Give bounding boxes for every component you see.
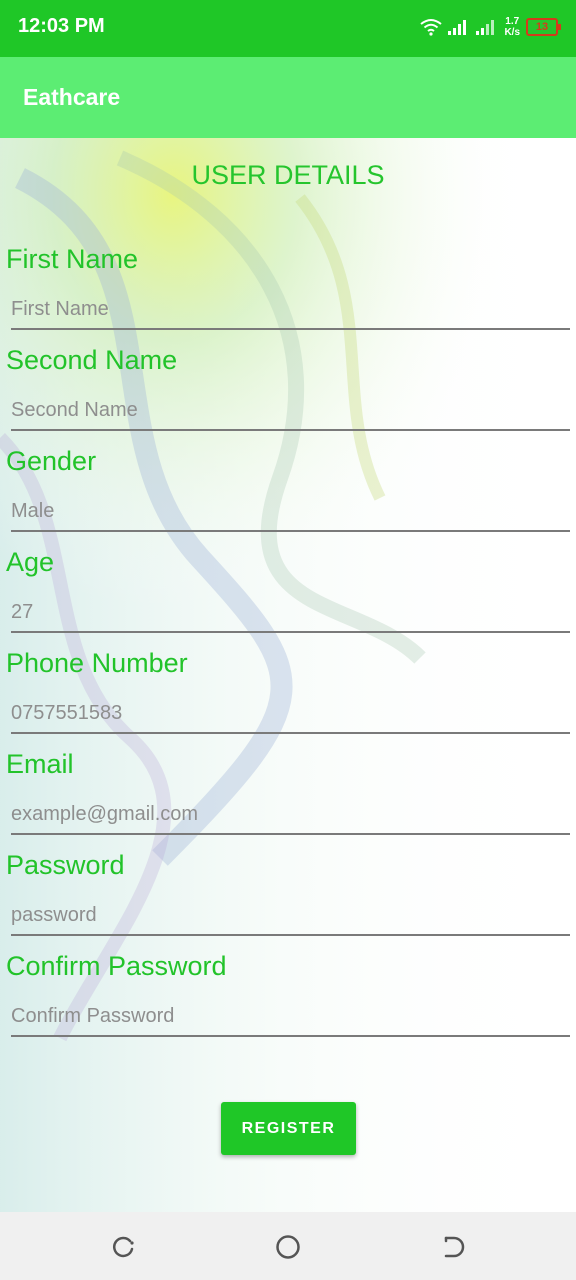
battery-icon: 13 xyxy=(526,18,561,36)
first-name-input[interactable] xyxy=(11,290,570,330)
confirm-password-input[interactable] xyxy=(11,997,570,1037)
email-label: Email xyxy=(6,749,74,779)
password-label: Password xyxy=(6,850,125,880)
network-speed: 1.7 K/s xyxy=(504,16,520,38)
gender-input[interactable] xyxy=(11,492,570,532)
form-title: USER DETAILS xyxy=(191,160,385,190)
signal-icon xyxy=(448,20,467,35)
age-input[interactable] xyxy=(11,593,570,633)
back-icon[interactable] xyxy=(438,1232,468,1262)
password-input[interactable] xyxy=(11,896,570,936)
phone-number-input[interactable] xyxy=(11,694,570,734)
form-content: USER DETAILS First Name Second Name Gend… xyxy=(0,138,576,1212)
confirm-password-label: Confirm Password xyxy=(6,951,227,981)
recent-apps-icon[interactable] xyxy=(108,1232,138,1262)
app-title: Eathcare xyxy=(23,84,121,110)
second-name-input[interactable] xyxy=(11,391,570,431)
phone-number-label: Phone Number xyxy=(6,648,188,678)
navigation-bar xyxy=(0,1212,576,1280)
first-name-label: First Name xyxy=(6,244,139,274)
app-bar: Eathcare xyxy=(0,57,576,138)
status-icons: 1.7 K/s 13 xyxy=(420,14,561,40)
second-name-label: Second Name xyxy=(6,345,178,375)
speed-unit: K/s xyxy=(504,27,520,38)
age-label: Age xyxy=(6,547,55,577)
email-input[interactable] xyxy=(11,795,570,835)
wifi-icon xyxy=(420,19,443,36)
signal-2-icon xyxy=(476,20,495,35)
status-time: 12:03 PM xyxy=(18,15,105,37)
speed-value: 1.7 xyxy=(505,16,520,27)
register-button[interactable]: REGISTER xyxy=(221,1102,356,1155)
home-icon[interactable] xyxy=(273,1232,303,1262)
status-bar: 12:03 PM 1.7 K/s 13 xyxy=(0,0,576,57)
gender-label: Gender xyxy=(6,446,97,476)
